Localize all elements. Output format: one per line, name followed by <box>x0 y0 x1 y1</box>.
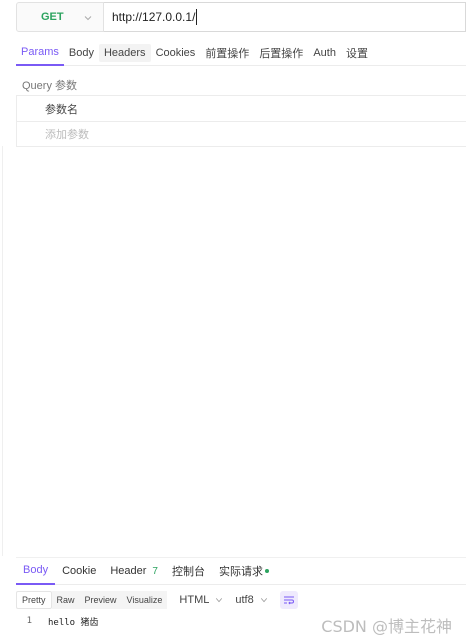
tab-response-body-label: Body <box>23 564 49 576</box>
status-dot-icon <box>264 569 269 573</box>
format-select[interactable]: HTML <box>179 594 223 606</box>
method-label: GET <box>41 11 64 23</box>
chevron-down-icon <box>260 598 267 603</box>
word-wrap-button[interactable] <box>279 591 298 609</box>
url-input[interactable]: http://127.0.0.1/ <box>104 2 466 32</box>
method-select[interactable]: GET <box>16 2 104 32</box>
query-params-table: 参数名 添加参数 <box>16 95 466 147</box>
tab-request-1[interactable]: Body <box>64 40 99 66</box>
view-raw-button[interactable]: Raw <box>51 591 80 609</box>
tab-response-cookie[interactable]: Cookie <box>55 557 103 585</box>
wrap-lines-icon <box>283 596 294 605</box>
line-number: 1 <box>26 616 32 626</box>
url-bar: GET http://127.0.0.1/ <box>16 2 466 32</box>
view-pretty-button[interactable]: Pretty <box>16 591 52 609</box>
view-visualize-button[interactable]: Visualize <box>121 591 168 609</box>
panel-divider <box>2 146 3 556</box>
header-count-badge: 7 <box>152 565 158 577</box>
url-text: http://127.0.0.1/ <box>112 10 196 24</box>
format-select-label: HTML <box>179 594 210 606</box>
param-name-header: 参数名 <box>45 103 78 116</box>
tab-request-6[interactable]: Auth <box>308 40 341 66</box>
response-body-text: hello 猪齿 <box>48 617 99 628</box>
encoding-select-label: utf8 <box>235 594 254 606</box>
tab-request-7[interactable]: 设置 <box>341 40 373 66</box>
text-caret <box>196 9 198 25</box>
request-tabs: Params Body Headers Cookies 前置操作 后置操作 Auth 设置 <box>16 40 466 66</box>
tab-console-label: 控制台 <box>171 566 205 578</box>
view-preview-button[interactable]: Preview <box>79 591 122 609</box>
tab-actual-request-label: 实际请求 <box>218 566 263 578</box>
query-params-label: Query 参数 <box>22 80 78 92</box>
tab-response-body[interactable]: Body <box>16 557 56 585</box>
tab-request-3[interactable]: Cookies <box>151 40 201 66</box>
response-toolbar: Pretty Raw Preview Visualize HTML utf8 <box>16 590 298 610</box>
tab-request-5[interactable]: 后置操作 <box>254 40 308 66</box>
tab-request-4[interactable]: 前置操作 <box>200 40 254 66</box>
chevron-down-icon <box>84 16 92 21</box>
encoding-select[interactable]: utf8 <box>235 594 267 606</box>
tab-actual-request[interactable]: 实际请求 <box>212 557 276 585</box>
tab-request-2[interactable]: Headers <box>98 43 151 62</box>
watermark: CSDN @博主花神 <box>321 617 452 636</box>
tab-response-header-label: Header <box>110 565 147 577</box>
chevron-down-icon <box>216 598 223 603</box>
tab-request-0[interactable]: Params <box>16 40 64 66</box>
add-param-input[interactable]: 添加参数 <box>17 121 466 146</box>
tab-response-header[interactable]: Header 7 <box>103 557 165 585</box>
tab-response-cookie-label: Cookie <box>62 565 97 577</box>
tab-console[interactable]: 控制台 <box>165 557 212 585</box>
response-tabs: Body Cookie Header 7 控制台 实际请求 <box>16 557 466 585</box>
